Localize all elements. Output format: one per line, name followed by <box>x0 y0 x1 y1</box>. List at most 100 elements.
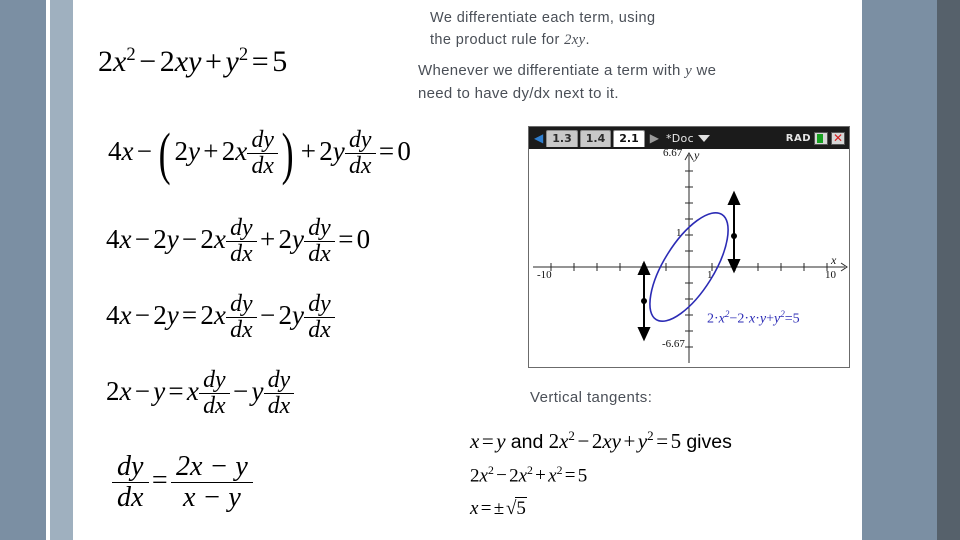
eq3-dydx-2: dy dx <box>304 291 335 343</box>
note-dydx-rule: Whenever we differentiate a term with y … <box>418 60 813 105</box>
tab-2-1[interactable]: 2.1 <box>613 129 645 147</box>
eq1-y: y <box>188 135 201 166</box>
equation-step-2: 4x −2y −2x dy dx +2y dy dx = 0 <box>106 215 371 267</box>
eq1-equals: = <box>378 135 395 166</box>
close-icon[interactable]: ✕ <box>831 131 845 145</box>
eq1-plus-inner: + <box>203 135 219 166</box>
eq2-x: x <box>119 223 132 254</box>
eq3-m1: − <box>134 299 150 330</box>
eq3-eq: = <box>181 299 198 330</box>
note-differentiate-terms: We differentiate each term, using the pr… <box>430 8 730 52</box>
left-dark-accent-bar <box>0 0 46 540</box>
eq3-x2: x <box>213 299 226 330</box>
angle-mode-label: RAD <box>785 132 811 144</box>
eq1-paren-open: ( <box>158 120 171 186</box>
eq0-y: y <box>225 45 239 78</box>
eq2-2c: 2 <box>278 223 293 254</box>
eq1-paren-close: ) <box>281 120 294 186</box>
vertical-tangents-line-1: x = y and 2x2−2xy + y2 = 5 gives <box>470 428 732 454</box>
x-axis-label: x <box>831 253 837 267</box>
vt3-pm: ± <box>493 498 505 519</box>
tangent-point-lower <box>641 298 647 304</box>
equation-step-4: 2x − y = x dy dx − y dy dx <box>106 367 295 419</box>
vt1-xy-x: x <box>602 429 612 453</box>
eq0-xy-x: x <box>174 45 189 78</box>
eq4-x2: x <box>186 375 199 406</box>
triangle-right-icon[interactable]: ▶ <box>647 132 662 144</box>
eq2-y: y <box>166 223 179 254</box>
eq1-dydx-2-den: dx <box>344 153 376 179</box>
eq3-dydx-1: dy dx <box>225 291 257 343</box>
right-dark-accent-bar <box>937 0 960 540</box>
vt2-2b: 2 <box>509 465 519 487</box>
eq4-y: y <box>153 375 166 406</box>
eq0-equals: = <box>251 45 269 78</box>
eq1-dydx-1: dy dx <box>247 127 279 179</box>
eq4-dydx-1: dy dx <box>198 367 230 419</box>
eq1-y2: y <box>332 135 345 166</box>
eq2-zero: 0 <box>356 223 371 254</box>
eq4-eq: = <box>168 375 184 406</box>
eq1-plus-outer: + <box>300 135 316 166</box>
eq2-dydx-2-num: dy <box>308 215 331 241</box>
vt1-gives: gives <box>686 431 732 453</box>
vt1-x: x <box>470 429 480 453</box>
eq3-dydx-2-den: dx <box>304 317 335 343</box>
eq5-rhs-den: x − y <box>171 481 253 513</box>
vt2-e1: 2 <box>487 464 494 477</box>
graph-canvas[interactable]: 6.67 y -6.67 -10 10 x 1 1 2·x2−2·x·y+y2=… <box>529 149 849 367</box>
eq4-dydx-2-num: dy <box>267 367 291 393</box>
battery-icon <box>814 131 828 145</box>
left-light-accent-bar <box>50 0 73 540</box>
note-line-1: We differentiate each term, using <box>430 10 656 26</box>
vt2-five: 5 <box>577 465 588 487</box>
y-min-label: -6.67 <box>662 338 685 350</box>
eq2-dydx-1: dy dx <box>225 215 257 267</box>
eq4-m1: − <box>134 375 150 406</box>
vt2-minus: − <box>496 465 507 487</box>
note-line-2-math: 2xy <box>564 31 586 48</box>
eq3-y: y <box>166 299 179 330</box>
vt2-x2: x <box>518 465 528 487</box>
note2-line-2: need to have dy/dx next to it. <box>418 84 619 102</box>
eq1-2a: 2 <box>174 135 189 166</box>
eq0-minus: − <box>139 45 157 78</box>
eq2-2a: 2 <box>153 223 167 254</box>
tab-1-3[interactable]: 1.3 <box>546 129 578 147</box>
eq3-2b: 2 <box>200 299 214 330</box>
eq2-4: 4 <box>106 223 120 254</box>
eq2-m2: − <box>181 223 198 254</box>
eq2-y2: y <box>292 223 304 254</box>
eq2-m1: − <box>134 223 150 254</box>
tab-1-4[interactable]: 1.4 <box>579 129 612 147</box>
eq1-x2: x <box>235 135 248 166</box>
graph-plot <box>533 151 848 363</box>
eq4-2: 2 <box>106 375 120 406</box>
x-unit-label: 1 <box>707 269 713 281</box>
vt1-2: 2 <box>548 429 560 453</box>
eq3-dydx-2-num: dy <box>308 291 331 317</box>
eq3-m2: − <box>260 299 276 330</box>
vt3-eq: = <box>480 498 492 519</box>
vt1-and: and <box>510 431 544 453</box>
eq2-dydx-2: dy dx <box>304 215 335 267</box>
eq4-m2: − <box>233 375 249 406</box>
eq4-dydx-2: dy dx <box>263 367 295 419</box>
vt2-plus: + <box>535 465 546 487</box>
vt1-exp1: 2 <box>568 428 575 443</box>
vt1-eq2: = <box>656 429 669 453</box>
eq2-dydx-2-den: dx <box>304 241 335 267</box>
document-name-label: *Doc <box>665 131 694 145</box>
calculator-screenshot: ◀ 1.3 1.4 2.1 ▶ *Doc RAD ✕ 6.67 y -6.67 … <box>528 126 850 368</box>
y-unit-label: 1 <box>676 227 682 239</box>
right-accent-bar <box>862 0 937 540</box>
eq4-y2: y <box>251 375 264 406</box>
eq5-rhs-frac: 2x − yx − y <box>171 452 253 512</box>
note2-line-1-math: y <box>685 63 693 79</box>
eq2-2b: 2 <box>200 223 214 254</box>
triangle-left-icon[interactable]: ◀ <box>531 132 546 144</box>
chevron-down-icon[interactable] <box>697 134 710 142</box>
equation-result-dydx: dy dx = 2x − yx − y <box>112 452 253 512</box>
vt3-radical-group: √5 <box>504 497 528 520</box>
note2-line-1-prefix: Whenever we differentiate a term with <box>418 62 686 79</box>
